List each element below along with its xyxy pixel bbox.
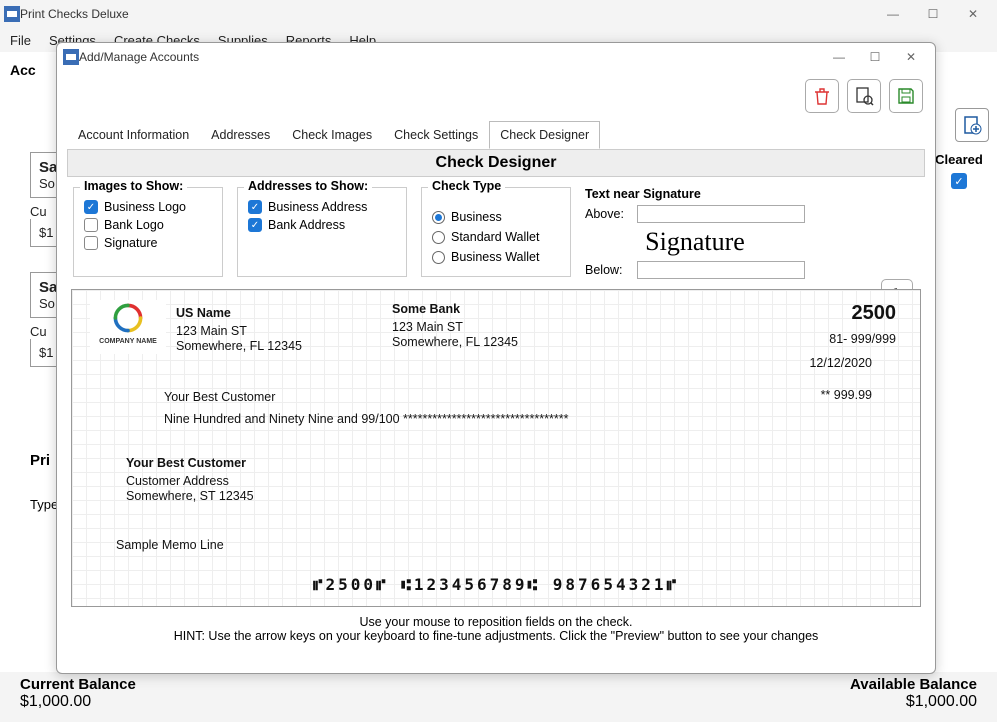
- sig-above-label: Above:: [585, 207, 631, 221]
- images-to-show-title: Images to Show:: [80, 179, 187, 193]
- cleared-checkbox[interactable]: ✓: [951, 173, 967, 189]
- document-add-icon: [962, 115, 982, 135]
- current-balance-label: Current Balance: [20, 676, 136, 693]
- radio-business-wallet-label: Business Wallet: [451, 250, 539, 264]
- available-balance-value: $1,000.00: [850, 693, 977, 711]
- cleared-header: Cleared: [929, 152, 989, 167]
- check-bank-addr2: Somewhere, FL 12345: [392, 335, 518, 350]
- app-icon: [63, 49, 79, 65]
- addresses-to-show-title: Addresses to Show:: [244, 179, 372, 193]
- save-button[interactable]: [889, 79, 923, 113]
- checkbox-business-address[interactable]: ✓: [248, 200, 262, 214]
- radio-business-wallet[interactable]: [432, 251, 445, 264]
- checkbox-bank-address[interactable]: ✓: [248, 218, 262, 232]
- section-title: Check Designer: [68, 150, 924, 176]
- modal-close-button[interactable]: ✕: [893, 43, 929, 71]
- hint-line-1: Use your mouse to reposition fields on t…: [57, 615, 935, 629]
- check-micr-line[interactable]: ⑈2500⑈ ⑆123456789⑆ 987654321⑈: [72, 575, 920, 594]
- sig-below-input[interactable]: [637, 261, 805, 279]
- sig-above-input[interactable]: [637, 205, 805, 223]
- check-number[interactable]: 2500: [852, 302, 897, 325]
- check-company-name[interactable]: US Name: [176, 306, 231, 320]
- company-logo-text: COMPANY NAME: [90, 338, 166, 345]
- company-logo[interactable]: COMPANY NAME: [90, 300, 166, 354]
- check-type-title: Check Type: [428, 179, 505, 193]
- print-section-header: Pri: [30, 452, 50, 469]
- check-date[interactable]: 12/12/2020: [809, 356, 872, 370]
- sig-below-label: Below:: [585, 263, 631, 277]
- tab-check-settings[interactable]: Check Settings: [383, 121, 489, 149]
- checkbox-business-address-label: Business Address: [268, 200, 367, 214]
- check-type-group: Check Type Business Standard Wallet Busi…: [421, 187, 571, 277]
- delete-button[interactable]: [805, 79, 839, 113]
- radio-standard-wallet-label: Standard Wallet: [451, 230, 539, 244]
- tab-check-designer[interactable]: Check Designer: [489, 121, 600, 149]
- check-customer-name[interactable]: Your Best Customer: [126, 456, 246, 470]
- modal-tabs: Account Information Addresses Check Imag…: [67, 121, 935, 149]
- balance-bar: Current Balance $1,000.00 Available Bala…: [0, 672, 997, 722]
- checkbox-signature[interactable]: [84, 236, 98, 250]
- maximize-button[interactable]: ☐: [913, 0, 953, 28]
- checkbox-signature-label: Signature: [104, 236, 158, 250]
- check-company-addr1: 123 Main ST: [176, 324, 302, 339]
- modal-maximize-button[interactable]: ☐: [857, 43, 893, 71]
- accounts-header: Acc: [10, 62, 36, 78]
- check-company-addr2: Somewhere, FL 12345: [176, 339, 302, 354]
- check-customer-address[interactable]: Customer Address Somewhere, ST 12345: [126, 474, 254, 504]
- tab-check-images[interactable]: Check Images: [281, 121, 383, 149]
- toolbar-action-button[interactable]: [955, 108, 989, 142]
- check-bank-address[interactable]: 123 Main ST Somewhere, FL 12345: [392, 320, 518, 350]
- check-preview[interactable]: COMPANY NAME US Name 123 Main ST Somewhe…: [71, 289, 921, 607]
- radio-business-label: Business: [451, 210, 502, 224]
- tab-addresses[interactable]: Addresses: [200, 121, 281, 149]
- current-balance-value: $1,000.00: [20, 693, 136, 711]
- app-icon: [4, 6, 20, 22]
- modal-titlebar: Add/Manage Accounts — ☐ ✕: [57, 43, 935, 71]
- main-window-title: Print Checks Deluxe: [20, 7, 873, 21]
- preview-icon: [854, 86, 874, 106]
- available-balance-label: Available Balance: [850, 676, 977, 693]
- text-near-signature-title: Text near Signature: [585, 187, 805, 201]
- modal-minimize-button[interactable]: —: [821, 43, 857, 71]
- check-routing-small[interactable]: 81- 999/999: [829, 332, 896, 346]
- checkbox-bank-logo[interactable]: [84, 218, 98, 232]
- minimize-button[interactable]: —: [873, 0, 913, 28]
- check-memo[interactable]: Sample Memo Line: [116, 538, 224, 552]
- radio-business[interactable]: [432, 211, 445, 224]
- add-manage-accounts-modal: Add/Manage Accounts — ☐ ✕ Account Inform…: [56, 42, 936, 674]
- checkbox-business-logo[interactable]: ✓: [84, 200, 98, 214]
- check-amount-numeric[interactable]: ** 999.99: [821, 388, 872, 402]
- modal-title: Add/Manage Accounts: [79, 50, 821, 64]
- check-bank-name[interactable]: Some Bank: [392, 302, 460, 316]
- menu-file[interactable]: File: [10, 33, 31, 48]
- check-bank-addr1: 123 Main ST: [392, 320, 518, 335]
- checkbox-bank-address-label: Bank Address: [268, 218, 345, 232]
- checkbox-business-logo-label: Business Logo: [104, 200, 186, 214]
- check-customer-addr1: Customer Address: [126, 474, 254, 489]
- save-icon: [896, 86, 916, 106]
- addresses-to-show-group: Addresses to Show: ✓Business Address ✓Ba…: [237, 187, 407, 277]
- radio-standard-wallet[interactable]: [432, 231, 445, 244]
- check-amount-words[interactable]: Nine Hundred and Ninety Nine and 99/100 …: [164, 412, 568, 426]
- logo-swirl-icon: [110, 300, 146, 336]
- main-titlebar: Print Checks Deluxe — ☐ ✕: [0, 0, 997, 28]
- check-payee[interactable]: Your Best Customer: [164, 390, 275, 404]
- check-company-address[interactable]: 123 Main ST Somewhere, FL 12345: [176, 324, 302, 354]
- signature-preview: Signature: [585, 227, 805, 257]
- text-near-signature-group: Text near Signature Above: Signature Bel…: [585, 187, 805, 279]
- tab-account-information[interactable]: Account Information: [67, 121, 200, 149]
- check-customer-addr2: Somewhere, ST 12345: [126, 489, 254, 504]
- preview-button[interactable]: [847, 79, 881, 113]
- trash-icon: [812, 86, 832, 106]
- images-to-show-group: Images to Show: ✓Business Logo Bank Logo…: [73, 187, 223, 277]
- close-button[interactable]: ✕: [953, 0, 993, 28]
- hint-line-2: HINT: Use the arrow keys on your keyboar…: [57, 629, 935, 643]
- checkbox-bank-logo-label: Bank Logo: [104, 218, 164, 232]
- type-column-header: Type: [30, 497, 58, 512]
